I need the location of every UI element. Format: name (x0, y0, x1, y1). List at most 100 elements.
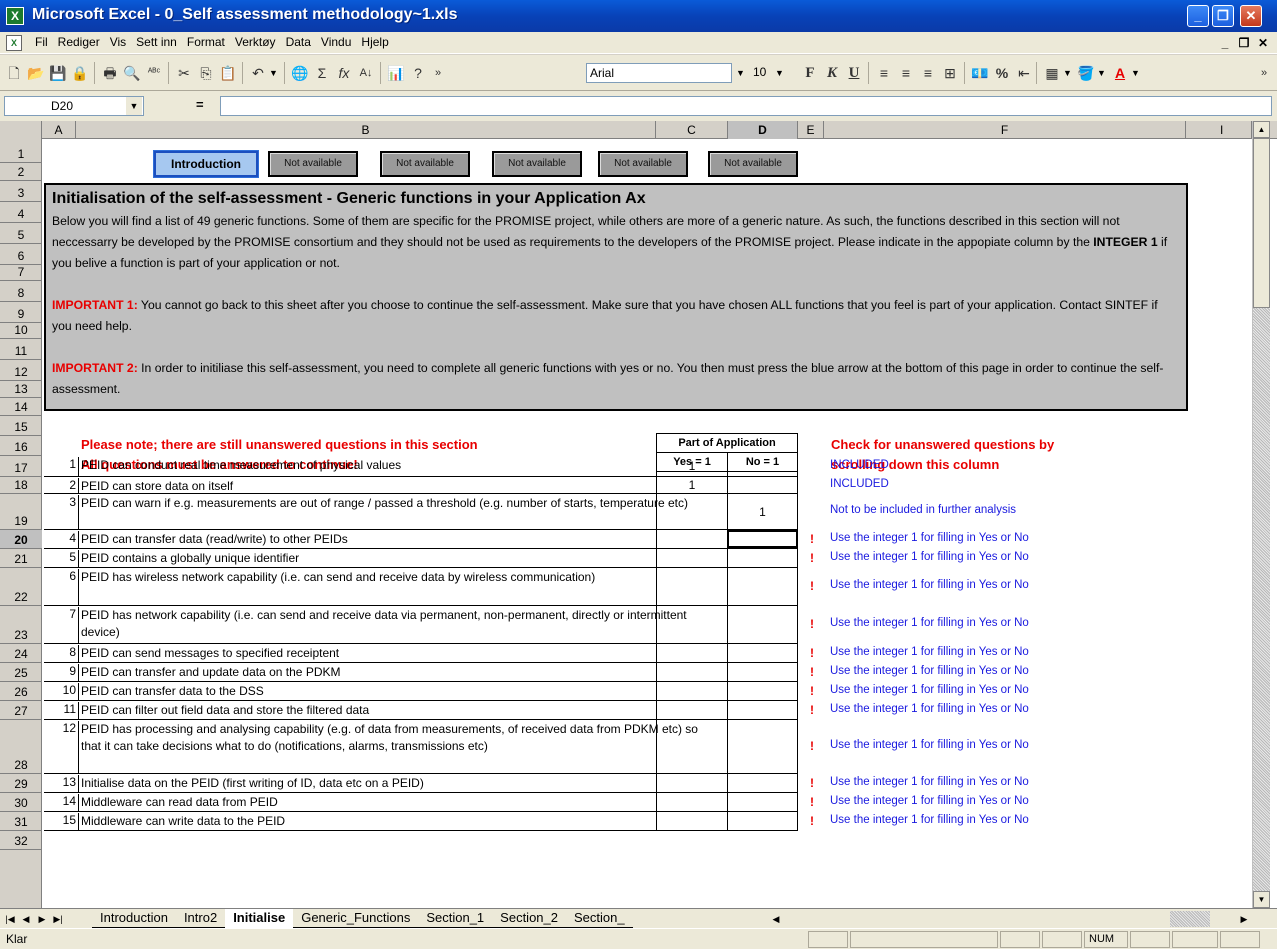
help-icon[interactable]: ? (408, 63, 428, 83)
menu-item-1[interactable]: Rediger (53, 35, 105, 49)
percent-icon[interactable]: % (992, 63, 1012, 83)
borders-dropdown-icon[interactable]: ▼ (1060, 63, 1075, 83)
font-name-dropdown-icon[interactable]: ▼ (733, 63, 748, 83)
permission-icon[interactable]: 🔒 (70, 63, 90, 83)
no-cell[interactable] (727, 477, 798, 493)
prev-sheet-icon[interactable]: ◀ (20, 911, 32, 927)
function-description[interactable]: PEID can store data on itself (78, 478, 698, 494)
menu-item-4[interactable]: Format (182, 35, 230, 49)
hscroll-thumb[interactable] (1170, 911, 1210, 927)
minimize-button[interactable]: _ (1187, 5, 1209, 27)
underline-button[interactable]: U (844, 63, 864, 83)
sheet-tab-initialise[interactable]: Initialise (225, 909, 294, 928)
chart-wizard-icon[interactable]: 📊 (386, 63, 406, 83)
align-right-icon[interactable]: ≡ (918, 63, 938, 83)
copy-icon[interactable]: ⎘ (196, 63, 216, 83)
function-description[interactable]: PEID can transfer data to the DSS (78, 683, 698, 701)
spelling-icon[interactable]: ᴬᴮᶜ (144, 63, 164, 83)
font-color-icon[interactable]: A (1110, 63, 1130, 83)
save-icon[interactable]: 💾 (48, 63, 68, 83)
sheet-tab-introduction[interactable]: Introduction (92, 909, 176, 928)
no-cell[interactable] (727, 793, 798, 811)
sheet-tab-intro2[interactable]: Intro2 (175, 909, 226, 928)
worksheet-grid[interactable]: A B C D E F I 1 2 3 4 5 6 7 8 9 10 11 12 13 14 15 16 17 1… (0, 121, 1277, 908)
function-description[interactable]: PEID can conduct real time measurement o… (78, 457, 698, 477)
yes-cell[interactable] (656, 568, 727, 605)
no-cell[interactable] (727, 812, 798, 830)
excel-app-icon[interactable]: X (6, 7, 24, 25)
vertical-scrollbar[interactable]: ▲ ▼ (1252, 121, 1270, 908)
fill-color-icon[interactable]: 🪣 (1076, 63, 1096, 83)
indent-icon[interactable]: ⇤ (1014, 63, 1034, 83)
undo-icon[interactable]: ↶ (248, 63, 268, 83)
workbook-icon[interactable]: X (6, 35, 22, 51)
yes-cell[interactable] (656, 530, 727, 548)
no-cell[interactable] (727, 606, 798, 643)
print-icon[interactable]: 🖶 (100, 63, 120, 83)
no-cell[interactable] (727, 644, 798, 662)
open-icon[interactable]: 📂 (26, 63, 46, 83)
menu-item-3[interactable]: Sett inn (131, 35, 182, 49)
doc-restore-icon[interactable]: ❐ (1236, 35, 1252, 51)
font-color-dropdown-icon[interactable]: ▼ (1128, 63, 1143, 83)
no-cell[interactable] (727, 530, 798, 548)
font-size-select[interactable]: 10 (750, 63, 774, 83)
function-description[interactable]: Middleware can read data from PEID (78, 794, 698, 812)
yes-cell[interactable] (656, 606, 727, 643)
scrollbar-thumb[interactable] (1253, 138, 1270, 308)
doc-close-icon[interactable]: ✕ (1255, 35, 1271, 51)
yes-cell[interactable] (656, 774, 727, 792)
function-description[interactable]: PEID can transfer and update data on the… (78, 664, 698, 682)
cut-icon[interactable]: ✂ (174, 63, 194, 83)
name-box-dropdown-icon[interactable]: ▼ (126, 97, 142, 115)
autosum-icon[interactable]: Σ (312, 63, 332, 83)
last-sheet-icon[interactable]: ▶| (52, 911, 64, 927)
italic-button[interactable]: K (822, 63, 842, 83)
scroll-up-icon[interactable]: ▲ (1253, 121, 1270, 138)
no-cell[interactable] (727, 720, 798, 773)
no-cell[interactable] (727, 456, 798, 476)
fill-color-dropdown-icon[interactable]: ▼ (1094, 63, 1109, 83)
align-center-icon[interactable]: ≡ (896, 63, 916, 83)
paste-icon[interactable]: 📋 (218, 63, 238, 83)
function-description[interactable]: PEID can warn if e.g. measurements are o… (78, 495, 698, 530)
yes-cell[interactable] (656, 644, 727, 662)
scroll-down-icon[interactable]: ▼ (1253, 891, 1270, 908)
tab-split-handle[interactable]: ◀ (770, 911, 782, 927)
yes-cell[interactable]: 1 (656, 477, 727, 493)
sheet-tab-section-1[interactable]: Section_1 (418, 909, 493, 928)
yes-cell[interactable] (656, 812, 727, 830)
yes-cell[interactable] (656, 663, 727, 681)
currency-icon[interactable]: 💶 (970, 63, 990, 83)
no-cell[interactable] (727, 549, 798, 567)
toolbar-options-icon[interactable]: » (428, 63, 448, 83)
new-icon[interactable]: 🗋 (4, 63, 24, 83)
toolbar-options-icon[interactable]: » (1254, 63, 1274, 83)
function-description[interactable]: PEID has processing and analysing capabi… (78, 721, 698, 774)
sort-ascending-icon[interactable]: A↓ (356, 63, 376, 83)
menu-item-7[interactable]: Vindu (316, 35, 356, 49)
doc-minimize-icon[interactable]: _ (1217, 35, 1233, 51)
font-name-select[interactable]: Arial (586, 63, 732, 83)
menu-item-5[interactable]: Verktøy (230, 35, 281, 49)
no-cell[interactable] (727, 663, 798, 681)
sheet-tab-generic-functions[interactable]: Generic_Functions (293, 909, 419, 928)
function-description[interactable]: PEID has network capability (i.e. can se… (78, 607, 698, 644)
function-description[interactable]: Middleware can write data to the PEID (78, 813, 698, 831)
function-description[interactable]: PEID can transfer data (read/write) to o… (78, 531, 698, 549)
menu-item-0[interactable]: Fil (30, 35, 53, 49)
formula-input[interactable] (220, 96, 1272, 116)
function-description[interactable]: PEID has wireless network capability (i.… (78, 569, 698, 606)
no-cell[interactable] (727, 701, 798, 719)
function-icon[interactable]: fx (334, 63, 354, 83)
borders-icon[interactable]: ▦ (1042, 63, 1062, 83)
hyperlink-icon[interactable]: 🌐 (290, 63, 310, 83)
align-left-icon[interactable]: ≡ (874, 63, 894, 83)
no-cell[interactable]: 1 (727, 494, 798, 529)
name-box[interactable]: D20 (4, 96, 144, 116)
yes-cell[interactable] (656, 682, 727, 700)
sheet-tab-section-[interactable]: Section_ (566, 909, 633, 928)
maximize-button[interactable]: ❐ (1212, 5, 1234, 27)
font-size-dropdown-icon[interactable]: ▼ (772, 63, 787, 83)
first-sheet-icon[interactable]: |◀ (4, 911, 16, 927)
